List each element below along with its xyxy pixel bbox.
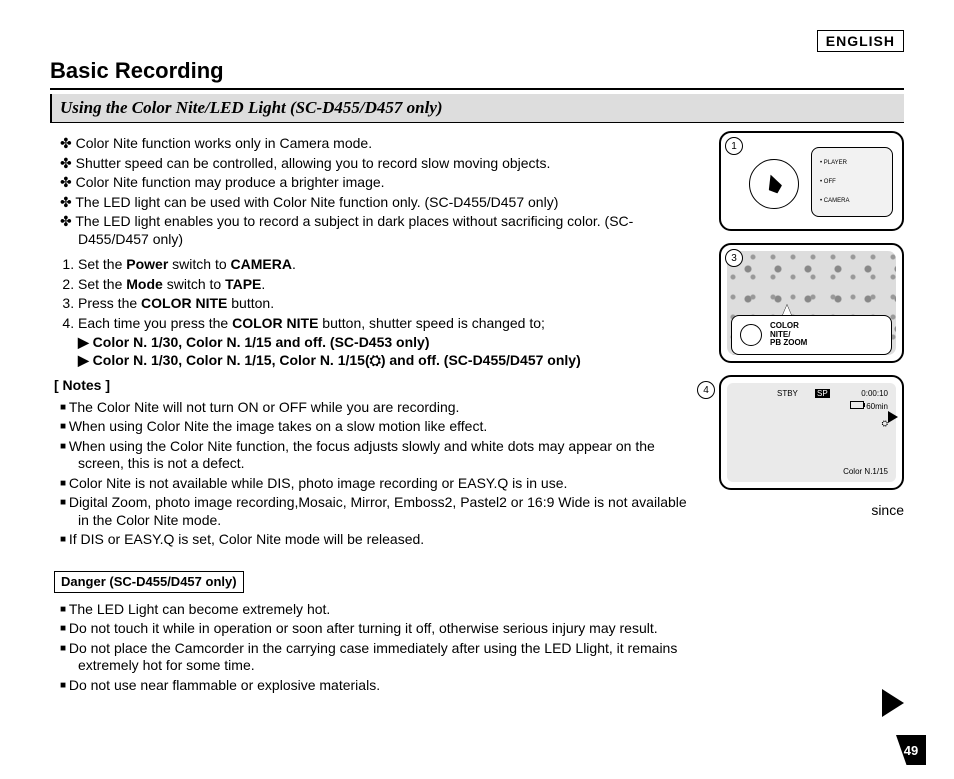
figure-number-icon: 3 [725,249,743,267]
battery-icon [850,401,864,409]
danger-item: Do not use near flammable or explosive m… [78,677,701,695]
note-item: When using Color Nite the image takes on… [78,418,701,436]
note-item: Color Nite is not available while DIS, p… [78,475,701,493]
language-box: ENGLISH [817,30,904,52]
intro-bullet-list: Color Nite function works only in Camera… [50,135,701,248]
round-button-icon [740,324,762,346]
lcd-status: STBY [777,389,798,398]
lcd-remaining: 60min [850,401,888,411]
note-item: When using the Color Nite function, the … [78,438,701,473]
dial-label: OFF [820,179,884,185]
button-label: COLOR NITE/ PB ZOOM [770,322,807,348]
page-title: Basic Recording [50,58,904,90]
step-item: Press the COLOR NITE button. [78,295,701,313]
step-item: Set the Power switch to CAMERA. [78,256,701,274]
page-arrow-icon [882,689,904,717]
lcd-screen: STBY SP 0:00:10 60min ⛭ Color N.1/15 [727,383,896,482]
page-number: 49 [896,735,926,765]
step-item: Each time you press the COLOR NITE butto… [78,315,701,370]
intro-bullet: Shutter speed can be controlled, allowin… [78,155,701,173]
arrow-icon [888,411,898,423]
note-item: If DIS or EASY.Q is set, Color Nite mode… [78,531,701,549]
dial-label-panel: PLAYER OFF CAMERA [811,147,893,217]
lcd-mode: Color N.1/15 [843,467,888,476]
figure-4-lcd-display: 4 STBY SP 0:00:10 60min ⛭ Color N.1/15 [719,375,904,490]
dial-label: PLAYER [820,160,884,166]
steps-list: Set the Power switch to CAMERA. Set the … [50,256,701,369]
text-column: Color Nite function works only in Camera… [50,131,701,702]
lcd-timecode: 0:00:10 [861,389,888,398]
lcd-sp-badge: SP [815,389,830,398]
intro-bullet: The LED light can be used with Color Nit… [78,194,701,212]
note-item: Digital Zoom, photo image recording,Mosa… [78,494,701,529]
since-text: since [719,502,904,518]
danger-item: Do not place the Camcorder in the carryi… [78,640,701,675]
intro-bullet: Color Nite function works only in Camera… [78,135,701,153]
danger-heading: Danger (SC-D455/D457 only) [54,571,244,593]
figure-1-power-switch: 1 PLAYER OFF CAMERA [719,131,904,231]
power-dial-icon [749,159,799,209]
button-callout: COLOR NITE/ PB ZOOM [731,315,892,355]
danger-item: The LED Light can become extremely hot. [78,601,701,619]
manual-page: ENGLISH Basic Recording Using the Color … [0,0,954,779]
step4-subline: ▶ Color N. 1/30, Color N. 1/15, Color N.… [78,352,701,370]
intro-bullet: Color Nite function may produce a bright… [78,174,701,192]
intro-bullet: The LED light enables you to record a su… [78,213,701,248]
note-item: The Color Nite will not turn ON or OFF w… [78,399,701,417]
figure-number-icon: 4 [697,381,715,399]
notes-heading: [ Notes ] [54,377,701,395]
figure-3-color-nite-button: 3 COLOR NITE/ PB ZOOM [719,243,904,363]
figure-number-icon: 1 [725,137,743,155]
step4-subline: ▶ Color N. 1/30, Color N. 1/15 and off. … [78,334,701,352]
step-item: Set the Mode switch to TAPE. [78,276,701,294]
figure-column: 1 PLAYER OFF CAMERA 3 COLOR NITE/ PB ZOO… [719,131,904,518]
danger-item: Do not touch it while in operation or so… [78,620,701,638]
section-subhead: Using the Color Nite/LED Light (SC-D455/… [50,94,904,123]
notes-list: The Color Nite will not turn ON or OFF w… [50,399,701,549]
dial-label: CAMERA [820,198,884,204]
danger-list: The LED Light can become extremely hot. … [50,601,701,695]
